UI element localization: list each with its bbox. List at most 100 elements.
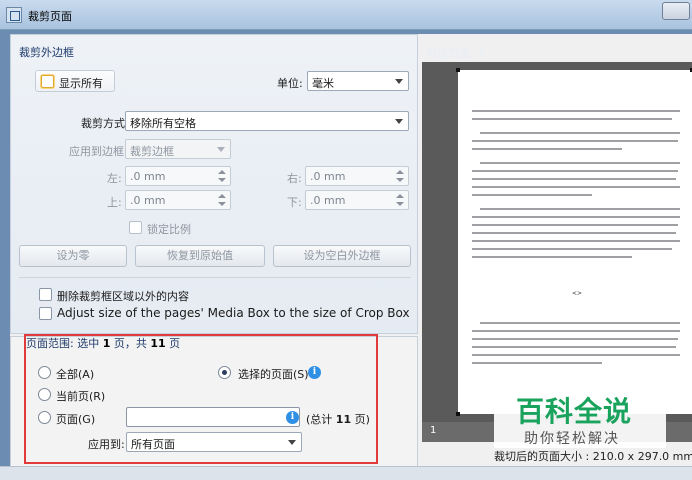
page-range-title: 页面范围: 选中 1 页，共 11 页 <box>26 335 180 351</box>
all-pages-radio[interactable] <box>38 366 51 379</box>
text-line <box>472 194 592 196</box>
current-page-label: 当前页(R) <box>56 390 106 403</box>
apply-to-select[interactable]: 所有页面 <box>126 432 302 452</box>
text-line <box>480 208 680 210</box>
set-white-margin-button[interactable]: 设为空白外边框 <box>273 245 411 267</box>
text-line <box>472 240 680 242</box>
spinner-arrows-icon[interactable] <box>396 193 405 207</box>
chevron-down-icon <box>217 147 225 152</box>
info-icon[interactable]: i <box>286 411 299 424</box>
pages-radio[interactable] <box>38 411 51 424</box>
selected-pages-radio[interactable] <box>218 366 231 379</box>
crop-handle[interactable] <box>456 68 460 72</box>
bottom-margin-label: 下: <box>287 196 302 209</box>
show-all-label: 显示所有 <box>59 77 103 90</box>
restore-original-button[interactable]: 恢复到原始值 <box>135 245 265 267</box>
divider <box>19 277 411 278</box>
left-margin-value: .0 mm <box>130 170 166 183</box>
bottom-margin-value: .0 mm <box>310 194 346 207</box>
total-hint-count: 11 <box>335 413 352 426</box>
text-line <box>472 354 680 356</box>
page-number: 1 <box>430 425 437 436</box>
text-line <box>480 162 680 164</box>
bottom-bar <box>0 466 692 480</box>
apply-to-value: 所有页面 <box>131 438 175 451</box>
page-mark: <> <box>572 290 583 297</box>
apply-to-margin-select[interactable]: 裁剪边框 <box>125 139 231 159</box>
show-all-checkbox[interactable] <box>41 75 54 88</box>
cropped-size-label: 裁切后的页面大小 : 210.0 x 297.0 mm <box>494 450 692 463</box>
pages-input[interactable] <box>126 407 300 427</box>
title-bar: 裁剪页面 <box>0 0 692 30</box>
spinner-arrows-icon[interactable] <box>218 193 227 207</box>
chevron-down-icon <box>395 79 403 84</box>
pages-label: 页面(G) <box>56 413 96 426</box>
bottom-margin-spinner[interactable]: .0 mm <box>305 190 409 210</box>
range-title-prefix: 页面范围: 选中 <box>26 337 103 350</box>
text-line <box>472 330 680 332</box>
crop-mode-select[interactable]: 移除所有空格 <box>125 111 409 131</box>
text-line <box>472 248 672 250</box>
preview-area[interactable]: <> <box>422 62 692 422</box>
text-line <box>472 346 676 348</box>
text-line <box>480 322 680 324</box>
right-margin-label: 右: <box>287 172 302 185</box>
text-line <box>472 140 678 142</box>
text-line <box>472 338 678 340</box>
top-margin-value: .0 mm <box>130 194 166 207</box>
text-line <box>472 256 632 258</box>
text-line <box>472 178 676 180</box>
current-page-radio[interactable] <box>38 388 51 401</box>
apply-to-label: 应用到: <box>88 438 125 451</box>
adjust-media-box-label: Adjust size of the pages' Media Box to t… <box>57 306 410 320</box>
spinner-arrows-icon[interactable] <box>218 169 227 183</box>
crop-handle[interactable] <box>456 412 460 416</box>
watermark-main-text: 百科全说 <box>516 395 633 428</box>
preview-label: 预览页面: 2 <box>426 47 485 60</box>
range-title-suffix: 页 <box>165 337 181 350</box>
set-zero-button[interactable]: 设为零 <box>19 245 127 267</box>
text-line <box>472 110 680 112</box>
watermark-sub-text: 助你轻松解决 <box>524 431 620 447</box>
apply-to-margin-label: 应用到边框 <box>69 145 124 158</box>
top-margin-spinner[interactable]: .0 mm <box>125 190 231 210</box>
total-hint-prefix: (总计 <box>306 413 336 426</box>
text-line <box>472 232 676 234</box>
window-title: 裁剪页面 <box>28 10 72 23</box>
unit-label: 单位: <box>277 77 303 90</box>
adjust-media-box-checkbox[interactable] <box>39 307 52 320</box>
left-margin-label: 左: <box>107 172 122 185</box>
unit-select[interactable]: 毫米 <box>307 71 409 91</box>
right-margin-spinner[interactable]: .0 mm <box>305 166 409 186</box>
range-title-mid: 页，共 <box>110 337 151 350</box>
left-margin-spinner[interactable]: .0 mm <box>125 166 231 186</box>
app-icon <box>6 7 22 23</box>
text-line <box>472 362 602 364</box>
selected-pages-label: 选择的页面(S) <box>238 368 309 381</box>
text-line <box>472 118 672 120</box>
info-icon[interactable]: i <box>308 366 321 379</box>
crop-mode-label: 裁剪方式 <box>81 117 125 130</box>
range-total-count: 11 <box>150 337 166 350</box>
watermark-logo: 百科全说 助你轻松解决 <box>494 386 666 448</box>
all-pages-label: 全部(A) <box>56 368 95 381</box>
chevron-down-icon <box>395 119 403 124</box>
text-line <box>472 224 678 226</box>
close-button[interactable] <box>662 2 690 20</box>
spinner-arrows-icon[interactable] <box>396 169 405 183</box>
section-title: 裁剪外边框 <box>19 46 74 59</box>
text-line <box>472 170 678 172</box>
total-hint-suffix: 页) <box>351 413 370 426</box>
top-margin-label: 上: <box>107 196 122 209</box>
lock-ratio-checkbox[interactable] <box>129 221 142 234</box>
delete-outside-checkbox[interactable] <box>39 288 52 301</box>
text-line <box>480 132 680 134</box>
text-line <box>472 186 680 188</box>
text-line <box>472 216 680 218</box>
delete-outside-label: 删除裁剪框区域以外的内容 <box>57 290 189 303</box>
preview-page: <> <box>456 68 692 416</box>
right-margin-value: .0 mm <box>310 170 346 183</box>
chevron-down-icon <box>288 440 296 445</box>
crop-mode-value: 移除所有空格 <box>130 117 196 130</box>
unit-value: 毫米 <box>312 77 334 90</box>
